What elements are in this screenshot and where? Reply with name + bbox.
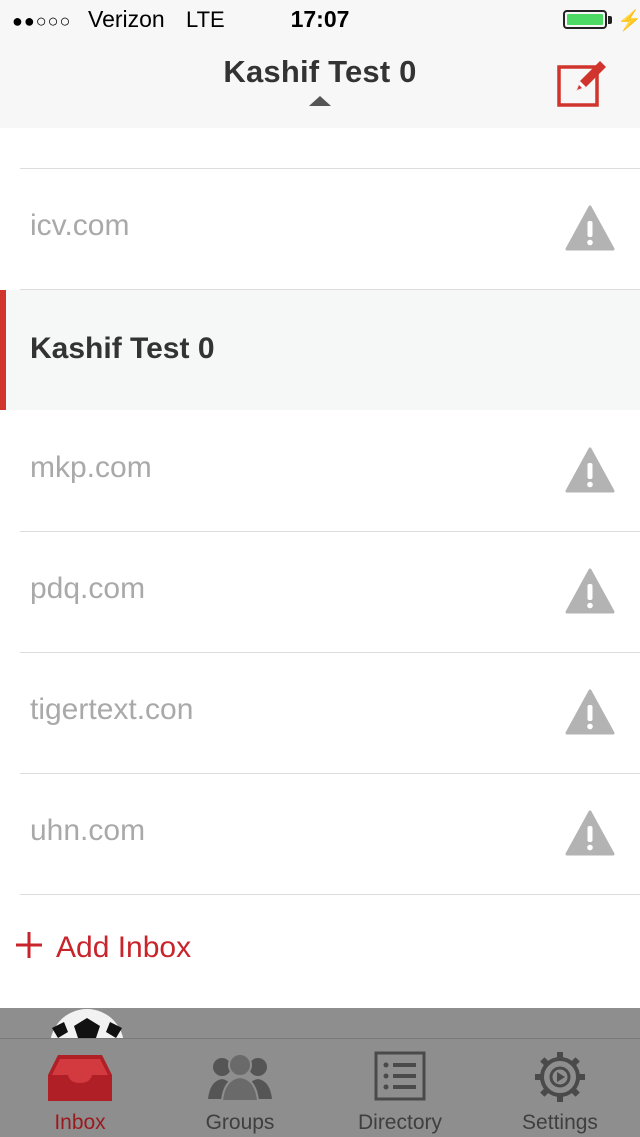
warning-icon — [565, 689, 615, 735]
plus-icon — [16, 932, 42, 958]
status-time: 17:07 — [290, 6, 350, 32]
nav-header: Kashif Test 0 — [0, 40, 640, 128]
inbox-item-label: mkp.com — [30, 451, 152, 484]
tab-inbox[interactable]: Inbox — [0, 1039, 160, 1137]
active-indicator — [0, 290, 6, 410]
battery-icon — [563, 10, 607, 29]
tab-label: Inbox — [54, 1111, 106, 1134]
group-icon — [208, 1053, 272, 1102]
soccer-ball-icon — [50, 1009, 124, 1038]
warning-icon — [565, 810, 615, 856]
charging-bolt-icon: ⚡ — [617, 10, 640, 32]
inbox-item-mkp[interactable]: mkp.com — [20, 410, 640, 532]
warning-icon — [565, 205, 615, 251]
caret-up-icon[interactable] — [309, 96, 331, 106]
inbox-list: icv.com Kashif Test 0 mkp.com pdq.com ti… — [0, 128, 640, 895]
inbox-item-label: tigertext.con — [30, 693, 194, 726]
inbox-item-label: pdq.com — [30, 572, 146, 605]
inbox-tray-icon — [48, 1055, 112, 1101]
tab-label: Directory — [357, 1111, 442, 1134]
inbox-item-label: Kashif Test 0 — [30, 332, 215, 365]
list-divider — [20, 128, 640, 169]
tab-bar-strip — [0, 1008, 640, 1038]
gear-icon — [535, 1052, 585, 1102]
tab-label: Groups — [205, 1111, 275, 1134]
warning-icon — [565, 568, 615, 614]
directory-list-icon — [374, 1051, 426, 1101]
inbox-item-tigertext[interactable]: tigertext.con — [20, 653, 640, 774]
tab-directory[interactable]: Directory — [320, 1039, 480, 1137]
inbox-item-kashif-test-0[interactable]: Kashif Test 0 — [0, 290, 640, 410]
status-bar: ●●○○○ Verizon LTE 17:07 ⚡ — [0, 0, 640, 40]
add-inbox-label: Add Inbox — [56, 931, 192, 964]
inbox-item-label: uhn.com — [30, 814, 146, 847]
inbox-item-pdq[interactable]: pdq.com — [20, 532, 640, 653]
battery-nub — [608, 16, 612, 24]
warning-icon — [565, 447, 615, 493]
tab-groups[interactable]: Groups — [160, 1039, 320, 1137]
inbox-item-label: icv.com — [30, 209, 130, 242]
inbox-item-uhn[interactable]: uhn.com — [20, 774, 640, 895]
compose-icon[interactable] — [556, 58, 610, 108]
inbox-switcher-title[interactable]: Kashif Test 0 — [0, 54, 640, 90]
tab-settings[interactable]: Settings — [480, 1039, 640, 1137]
inbox-item-icv[interactable]: icv.com — [20, 169, 640, 290]
tab-bar: Inbox Groups Directory Settings — [0, 1038, 640, 1137]
tab-label: Settings — [522, 1111, 598, 1134]
